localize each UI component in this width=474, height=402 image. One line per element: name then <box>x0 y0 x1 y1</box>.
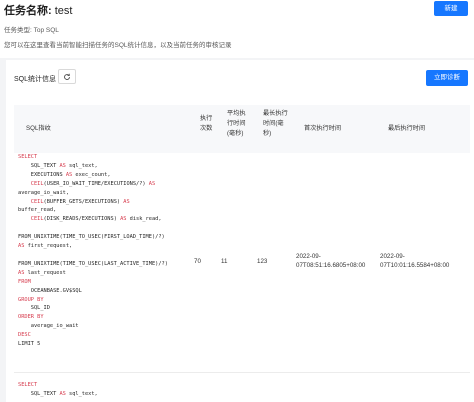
sql-line: EXECUTIONS AS exec_count, <box>18 171 111 178</box>
last-time-cell: 2022-09- 07T10:01:16.5584+08:00 <box>380 252 449 270</box>
task-type: 任务类型: Top SQL <box>4 27 59 34</box>
sql-line <box>18 224 168 233</box>
sql-line: CEIL(USER_IO_WAIT_TIME/EXECUTIONS/?) AS <box>30 180 156 187</box>
sql-line: ORDER BY <box>18 314 44 321</box>
sql-line: FROM <box>18 278 31 285</box>
avg-time-cell: 11 <box>221 258 228 265</box>
max-time-cell: 123 <box>257 258 268 265</box>
sql-line: average_io_wait, <box>18 189 70 196</box>
sql-line: OCEANBASE.GV$SQL <box>18 287 82 294</box>
sql-line: average_io_wait <box>18 323 79 330</box>
col-last-time: 最后执行时间 <box>388 125 426 132</box>
table-header: SQL指纹 执行次数 平均执行时间(毫秒) 最长执行时间(毫秒) 首次执行时间 … <box>14 105 470 153</box>
refresh-icon <box>64 73 70 80</box>
sql-line: FROM_UNIXTIME(TIME_TO_USEC(FIRST_LOAD_TI… <box>18 234 165 241</box>
first-time-cell: 2022-09- 07T08:51:16.6805+08:00 <box>296 252 365 270</box>
diagnose-button[interactable]: 立即诊断 <box>426 70 468 86</box>
sql-line: buffer_read, <box>18 207 57 214</box>
page-header: 任务名称: test 新建 任务类型: Top SQL 您可以在这里查看当前智能… <box>0 0 474 58</box>
sql-line: CEIL(DISK_READS/EXECUTIONS) AS disk_read… <box>30 216 162 223</box>
sql-line: SQL_ID <box>18 305 50 312</box>
sql-line: AS first_request, <box>18 243 73 250</box>
col-avg-time: 平均执行时间(毫秒) <box>227 110 246 137</box>
sql-fingerprint-cell: SELECT SQL_TEXT AS sql_text, <box>18 381 98 399</box>
refresh-button[interactable] <box>58 69 76 84</box>
sql-line: GROUP BY <box>18 296 44 303</box>
col-sql-fingerprint: SQL指纹 <box>26 125 51 132</box>
sql-line: LIMIT 5 <box>18 341 41 348</box>
sql-stats-card: SQL统计信息 立即诊断 SQL指纹 执行次数 平均执行时间(毫秒) 最长执行时… <box>6 60 474 402</box>
task-description: 您可以在这里查看当前智能扫描任务的SQL统计信息，以及当前任务的审核记录 <box>4 42 232 49</box>
sql-line: AS last_request <box>18 269 66 276</box>
sql-line: SQL_TEXT AS sql_text, <box>18 162 98 169</box>
task-name-label: 任务名称: <box>4 5 52 17</box>
sql-line: SQL_TEXT AS sql_text, <box>18 390 98 397</box>
sql-fingerprint-cell: SELECT SQL_TEXT AS sql_text, EXECUTIONS … <box>18 153 168 349</box>
last-time-time: 07T10:01:16.5584+08:00 <box>380 262 450 269</box>
first-time-time: 07T08:51:16.6805+08:00 <box>296 262 366 269</box>
last-time-date: 2022-09- <box>380 253 405 260</box>
sql-line: DESC <box>18 332 31 339</box>
first-time-date: 2022-09- <box>296 253 321 260</box>
sql-line <box>18 251 168 260</box>
sql-line: FROM_UNIXTIME(TIME_TO_USEC(LAST_ACTIVE_T… <box>18 260 168 267</box>
card-title: SQL统计信息 <box>14 76 57 83</box>
sql-line: SELECT <box>18 154 38 160</box>
exec-count-cell: 70 <box>194 258 201 265</box>
sql-line: CEIL(BUFFER_GETS/EXECUTIONS) AS <box>30 198 130 205</box>
row-divider <box>14 372 470 373</box>
new-button[interactable]: 新建 <box>434 1 468 16</box>
page-title: 任务名称: test <box>4 2 72 18</box>
col-max-time: 最长执行时间(毫秒) <box>263 110 288 137</box>
sql-line: SELECT <box>18 382 38 388</box>
col-first-time: 首次执行时间 <box>304 125 342 132</box>
col-exec-count: 执行次数 <box>200 115 213 132</box>
task-name-value: test <box>54 5 73 17</box>
